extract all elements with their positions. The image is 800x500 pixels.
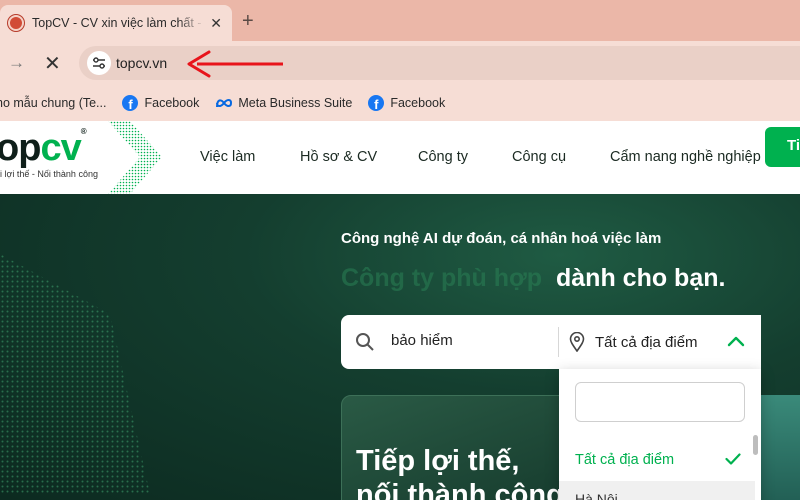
location-dropdown: Tất cả địa điểm Hà Nội	[559, 369, 761, 500]
forward-button[interactable]: →	[8, 53, 25, 73]
browser-tab-active[interactable]: TopCV - CV xin việc làm chất - T ✕	[0, 5, 232, 41]
url-text[interactable]: topcv.vn	[116, 55, 167, 71]
promo-banner-title: Tiếp lợi thế, nối thành công	[356, 445, 564, 500]
location-select[interactable]: Tất cả địa điểm	[595, 334, 698, 351]
topcv-favicon-icon	[8, 15, 24, 31]
browser-toolbar: → ✕ topcv.vn	[0, 41, 800, 85]
hero-title: dành cho bạn.	[556, 264, 726, 292]
nav-cong-cu[interactable]: Công cụ	[512, 149, 566, 165]
nav-viec-lam[interactable]: Việc làm	[200, 149, 255, 165]
job-search-input[interactable]	[391, 332, 551, 349]
logo-chevron-decoration-icon	[108, 121, 162, 194]
decorative-dots-icon	[0, 254, 150, 494]
dropdown-scrollbar[interactable]	[753, 435, 758, 455]
nav-ho-so-cv[interactable]: Hồ sơ & CV	[300, 149, 377, 165]
job-search-bar: Tất cả địa điểm	[341, 315, 761, 369]
tab-close-icon[interactable]: ✕	[210, 15, 222, 32]
promo-banner[interactable]: Tiếp lợi thế, nối thành công	[341, 395, 581, 500]
bookmark-facebook[interactable]: f Facebook	[368, 95, 445, 111]
nav-cam-nang[interactable]: Cẩm nang nghề nghiệp	[610, 149, 761, 165]
site-header: opcv® i lợi thế - Nối thành công Việc là…	[0, 121, 800, 194]
meta-icon	[216, 99, 233, 108]
location-option-all[interactable]: Tất cả địa điểm	[575, 452, 674, 468]
browser-tab-strip: TopCV - CV xin việc làm chất - T ✕ +	[0, 0, 800, 41]
logo-slogan: i lợi thế - Nối thành công	[0, 169, 98, 179]
promo-banner-side[interactable]	[760, 395, 800, 500]
bookmark-item[interactable]: ho mẫu chung (Te...	[0, 96, 106, 110]
new-tab-button[interactable]: +	[242, 10, 254, 33]
location-pin-icon	[569, 332, 585, 352]
bookmarks-bar: ho mẫu chung (Te... f Facebook Meta Busin…	[0, 85, 800, 121]
bookmark-meta-business-suite[interactable]: Meta Business Suite	[215, 96, 352, 110]
bookmark-facebook[interactable]: f Facebook	[122, 95, 199, 111]
location-search-input[interactable]	[575, 382, 745, 422]
hero-subtitle: Công nghệ AI dự đoán, cá nhân hoá việc l…	[341, 230, 662, 247]
tab-title: TopCV - CV xin việc làm chất - T	[32, 16, 205, 30]
location-option-ha-noi[interactable]: Hà Nội	[575, 491, 618, 500]
search-divider	[558, 327, 559, 357]
facebook-icon: f	[368, 95, 385, 111]
facebook-icon: f	[122, 95, 139, 111]
hero-rotating-text: Công ty phù hợp	[341, 264, 543, 292]
topcv-logo[interactable]: opcv®	[0, 127, 87, 170]
stop-loading-button[interactable]: ✕	[44, 51, 61, 76]
site-info-icon[interactable]	[87, 51, 111, 75]
chevron-up-icon[interactable]	[727, 335, 745, 347]
search-icon	[356, 333, 374, 351]
nav-cong-ty[interactable]: Công ty	[418, 149, 468, 165]
red-arrow-annotation-icon	[187, 50, 283, 78]
check-icon	[725, 453, 741, 465]
find-job-button[interactable]: Ti	[765, 127, 800, 167]
